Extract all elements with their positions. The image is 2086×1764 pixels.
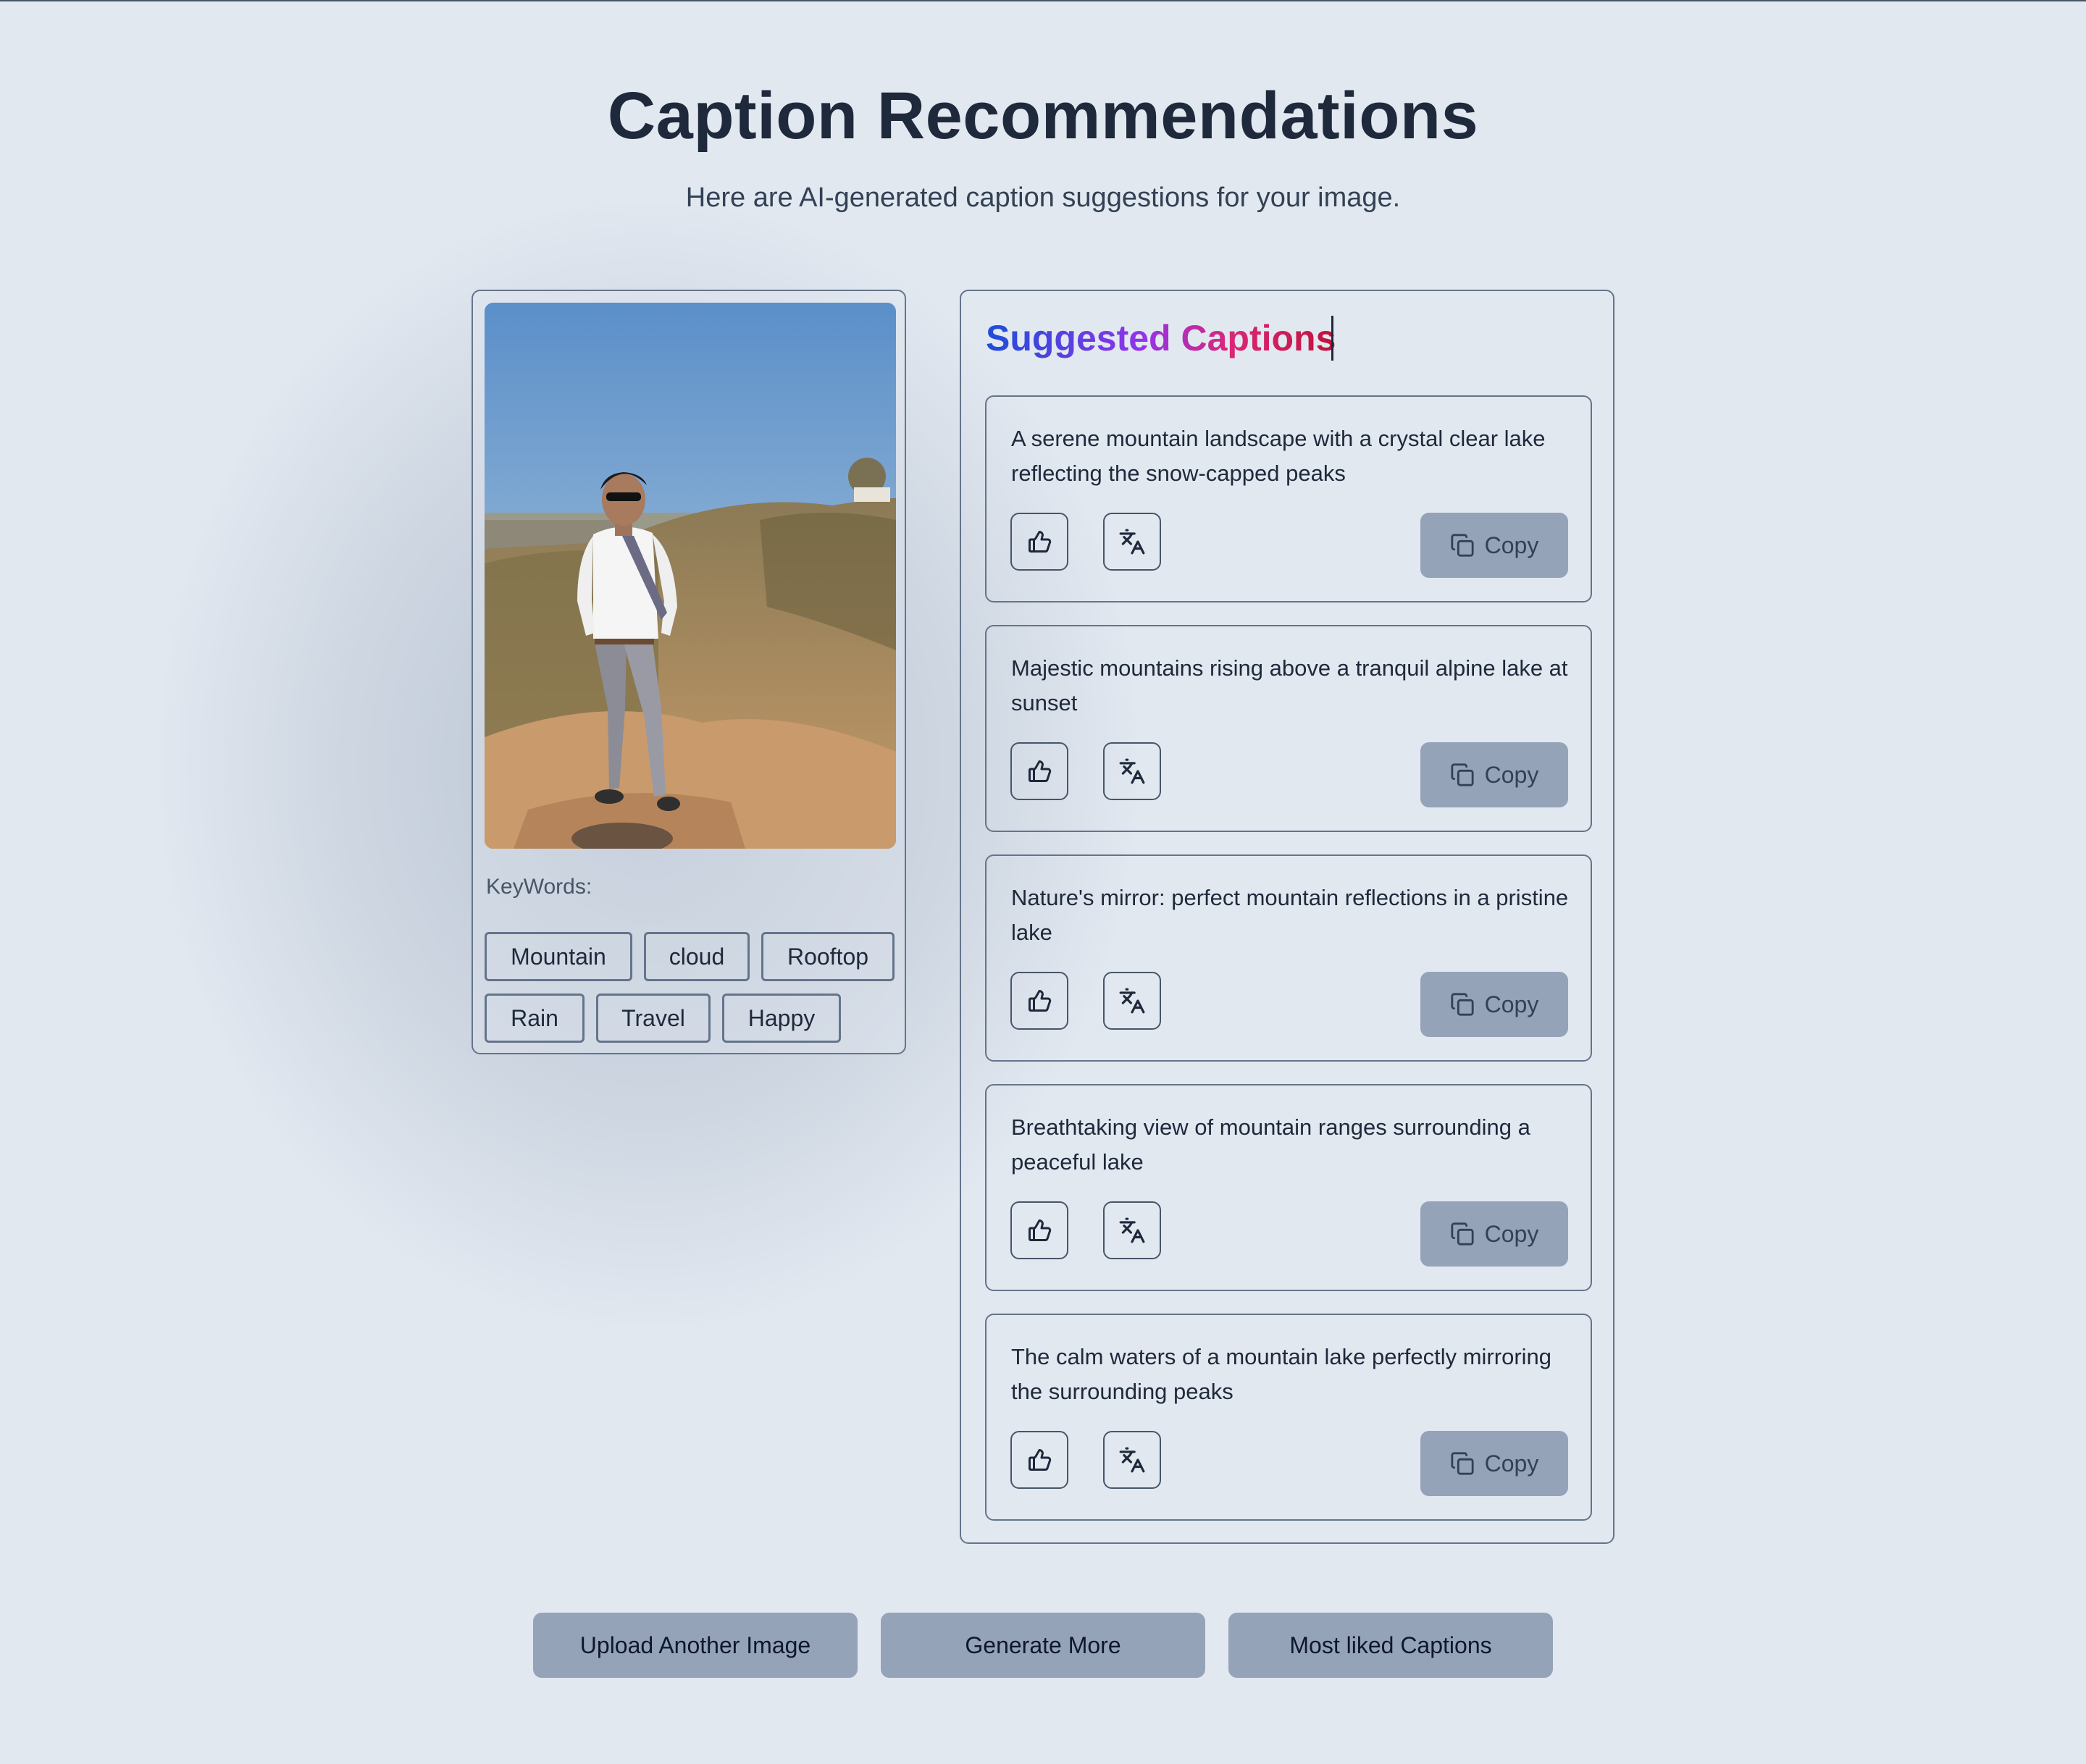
caption-text: Nature's mirror: perfect mountain reflec…	[1011, 885, 1569, 945]
copy-icon	[1451, 1452, 1474, 1475]
translate-button[interactable]	[1103, 1201, 1161, 1259]
copy-label: Copy	[1484, 991, 1539, 1017]
uploaded-photo	[485, 303, 896, 849]
copy-button[interactable]: Copy	[1420, 742, 1568, 807]
keyword-chip-rain[interactable]: Rain	[485, 994, 585, 1043]
translate-icon	[1119, 529, 1145, 555]
caption-card: Majestic mountains rising above a tranqu…	[985, 625, 1592, 832]
translate-icon	[1119, 1447, 1145, 1473]
page-title: Caption Recommendations	[607, 79, 1479, 153]
copy-icon	[1451, 763, 1474, 786]
copy-button[interactable]: Copy	[1420, 1431, 1568, 1496]
translate-icon	[1119, 1217, 1145, 1243]
caption-text: A serene mountain landscape with a cryst…	[1011, 426, 1546, 486]
copy-icon	[1451, 1222, 1474, 1246]
copy-button[interactable]: Copy	[1420, 972, 1568, 1037]
copy-label: Copy	[1484, 532, 1539, 558]
copy-label: Copy	[1484, 1220, 1539, 1247]
copy-icon	[1451, 534, 1474, 557]
most-liked-captions-button[interactable]: Most liked Captions	[1228, 1613, 1553, 1678]
translate-button[interactable]	[1103, 513, 1161, 571]
caption-card: The calm waters of a mountain lake perfe…	[985, 1314, 1592, 1521]
caption-text: Breathtaking view of mountain ranges sur…	[1011, 1114, 1530, 1175]
like-button[interactable]	[1010, 742, 1068, 800]
caption-text: The calm waters of a mountain lake perfe…	[1011, 1344, 1552, 1404]
page-subtitle: Here are AI-generated caption suggestion…	[685, 182, 1401, 213]
thumbs-up-icon	[1029, 760, 1052, 782]
translate-button[interactable]	[1103, 972, 1161, 1030]
captions-panel: Suggested Captions A serene mountain lan…	[960, 290, 1614, 1544]
image-panel: KeyWords: Mountain cloud Rooftop Rain Tr…	[472, 290, 906, 1054]
caption-card: Breathtaking view of mountain ranges sur…	[985, 1084, 1592, 1291]
caption-text: Majestic mountains rising above a tranqu…	[1011, 655, 1568, 715]
thumbs-up-icon	[1029, 990, 1052, 1012]
copy-button[interactable]: Copy	[1420, 513, 1568, 578]
keywords-label: KeyWords:	[486, 875, 592, 899]
keyword-chip-cloud[interactable]: cloud	[644, 932, 750, 981]
like-button[interactable]	[1010, 972, 1068, 1030]
caption-card: A serene mountain landscape with a cryst…	[985, 395, 1592, 602]
copy-label: Copy	[1484, 1450, 1539, 1477]
copy-icon	[1451, 993, 1474, 1016]
translate-icon	[1119, 758, 1145, 784]
keyword-chip-rooftop[interactable]: Rooftop	[761, 932, 895, 981]
copy-button[interactable]: Copy	[1420, 1201, 1568, 1267]
like-button[interactable]	[1010, 1201, 1068, 1259]
translate-button[interactable]	[1103, 1431, 1161, 1489]
translate-icon	[1119, 988, 1145, 1014]
upload-another-image-button[interactable]: Upload Another Image	[533, 1613, 858, 1678]
keyword-chip-happy[interactable]: Happy	[722, 994, 841, 1043]
like-button[interactable]	[1010, 1431, 1068, 1489]
text-cursor	[1331, 316, 1333, 361]
like-button[interactable]	[1010, 513, 1068, 571]
keyword-chip-travel[interactable]: Travel	[596, 994, 711, 1043]
thumbs-up-icon	[1029, 531, 1052, 553]
captions-heading: Suggested Captions	[986, 318, 1336, 358]
thumbs-up-icon	[1029, 1219, 1052, 1241]
top-border	[0, 0, 2086, 1]
thumbs-up-icon	[1029, 1449, 1052, 1471]
keyword-chip-mountain[interactable]: Mountain	[485, 932, 632, 981]
translate-button[interactable]	[1103, 742, 1161, 800]
copy-label: Copy	[1484, 761, 1539, 788]
generate-more-button[interactable]: Generate More	[881, 1613, 1205, 1678]
caption-card: Nature's mirror: perfect mountain reflec…	[985, 854, 1592, 1062]
